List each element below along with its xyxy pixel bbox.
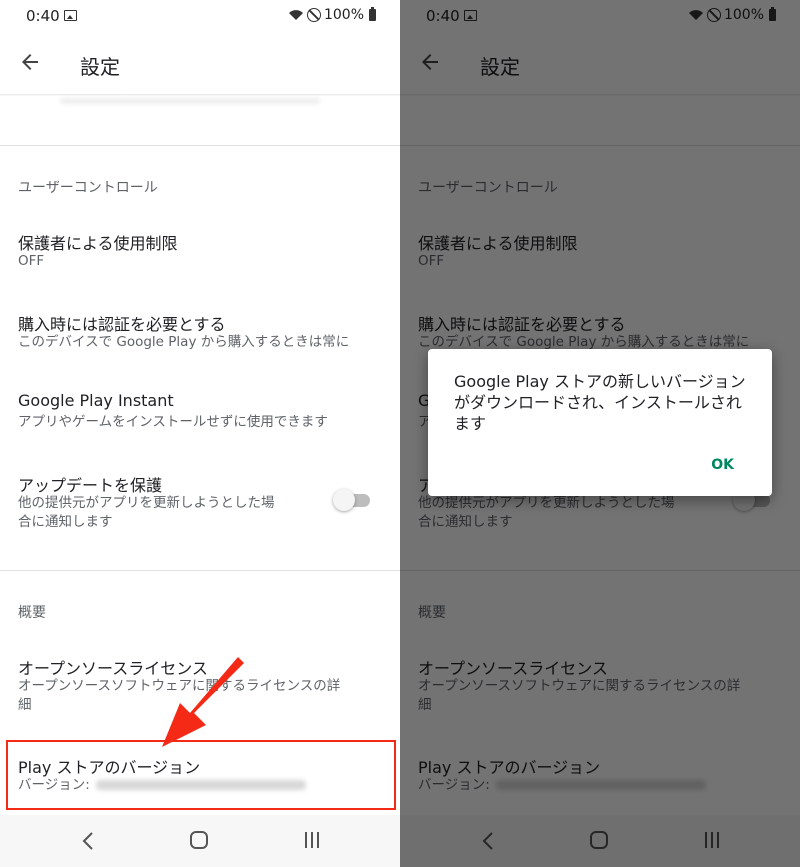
toggle-thumb: [333, 489, 355, 511]
annotation-arrow-icon: [162, 657, 244, 747]
google-play-instant-title[interactable]: Google Play Instant: [18, 391, 174, 410]
update-protect-subtitle-2: 合に通知します: [18, 514, 113, 530]
google-play-instant-subtitle: アプリやゲームをインストールせずに使用できます: [18, 414, 328, 430]
update-protect-subtitle-1: 他の提供元がアプリを更新しようとした場: [18, 495, 275, 511]
system-nav-bar: [0, 815, 400, 867]
recents-bar: [305, 832, 307, 848]
nav-home-icon[interactable]: [190, 831, 208, 849]
divider: [0, 145, 400, 146]
wifi-icon: [288, 10, 303, 20]
status-icons: 100%: [288, 7, 376, 23]
divider: [0, 570, 400, 571]
recents-bar: [311, 832, 313, 848]
nav-recents-icon[interactable]: [304, 832, 322, 850]
battery-percent: 100%: [323, 7, 364, 23]
settings-screen-right: 0:40 100% 設定 ユーザーコントロール 保護者による使用制限 OFF 購…: [400, 0, 800, 867]
dialog-ok-button[interactable]: OK: [711, 457, 734, 473]
parental-controls-title[interactable]: 保護者による使用制限: [18, 230, 178, 254]
no-signal-icon: [306, 8, 321, 22]
back-arrow-icon[interactable]: [18, 50, 42, 74]
app-bar-shadow: [0, 94, 400, 96]
app-bar: 設定: [0, 34, 400, 94]
section-header-about: 概要: [18, 605, 46, 621]
section-header-user-controls: ユーザーコントロール: [18, 180, 158, 196]
nav-back-icon[interactable]: [80, 831, 98, 851]
battery-icon: [369, 7, 376, 21]
purchase-auth-subtitle: このデバイスで Google Play から購入するときは常に: [18, 334, 350, 350]
dialog-message: Google Play ストアの新しいバージョンがダウンロードされ、インストール…: [454, 372, 746, 433]
update-protect-toggle[interactable]: [333, 489, 371, 511]
update-protect-title[interactable]: アップデートを保護: [18, 472, 162, 496]
page-title: 設定: [80, 55, 120, 79]
scrolled-content-residue: [60, 98, 320, 104]
recents-bar: [317, 832, 319, 848]
status-time: 0:40: [26, 7, 60, 25]
open-source-licenses-subtitle-2: 細: [18, 697, 32, 713]
purchase-auth-title[interactable]: 購入時には認証を必要とする: [18, 311, 226, 335]
update-dialog: Google Play ストアの新しいバージョンがダウンロードされ、インストール…: [428, 349, 772, 496]
image-icon: [64, 10, 77, 21]
status-bar: 0:40 100%: [0, 0, 400, 34]
settings-screen-left: 0:40 100% 設定 ユーザーコントロール 保護者による使用制限 OFF 購…: [0, 0, 400, 867]
parental-controls-status: OFF: [18, 253, 45, 269]
